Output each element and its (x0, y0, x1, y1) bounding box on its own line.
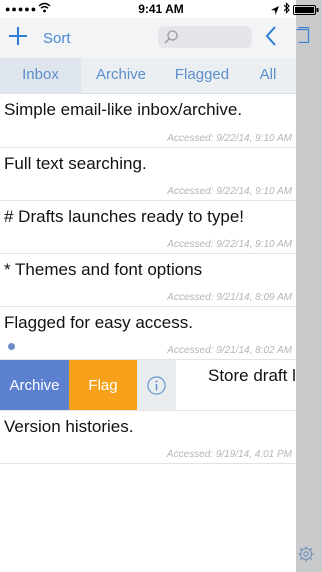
draft-title: Version histories. (4, 417, 134, 436)
tab-inbox[interactable]: Inbox (0, 58, 81, 94)
tab-archive[interactable]: Archive (81, 58, 161, 94)
list-item[interactable]: Simple email-like inbox/archive. Accesse… (0, 94, 296, 148)
draft-title: * Themes and font options (4, 260, 203, 279)
draft-title: Full text searching. (4, 154, 147, 173)
filter-tabs: Inbox Archive Flagged All (0, 58, 296, 94)
sort-button[interactable]: Sort (43, 30, 71, 47)
toolbar: Sort (0, 18, 296, 58)
gear-icon[interactable] (297, 545, 315, 568)
tab-all[interactable]: All (243, 58, 293, 94)
info-icon (147, 376, 166, 395)
draft-title: # Drafts launches ready to type! (4, 207, 245, 226)
draft-accessed: Accessed: 9/22/14, 9:10 AM (167, 186, 292, 197)
location-icon (271, 4, 279, 18)
tab-flagged[interactable]: Flagged (161, 58, 243, 94)
search-field[interactable] (158, 26, 252, 48)
bluetooth-icon (283, 2, 290, 17)
flag-dot-icon (8, 343, 15, 350)
back-chevron-icon[interactable] (265, 25, 277, 52)
search-icon (164, 30, 178, 44)
list-item[interactable]: # Drafts launches ready to type! Accesse… (0, 201, 296, 254)
list-item[interactable]: Version histories. Accessed: 9/19/14, 4:… (0, 411, 296, 464)
list-item[interactable]: Flagged for easy access. Accessed: 9/21/… (0, 307, 296, 360)
draft-title: Flagged for easy access. (4, 313, 193, 332)
draft-title: Store draft loc (208, 366, 296, 385)
plus-icon[interactable] (8, 22, 28, 51)
draft-accessed: Accessed: 9/21/14, 8:02 AM (167, 345, 292, 356)
draft-accessed: Accessed: 9/22/14, 9:10 AM (167, 239, 292, 250)
swiped-list-item[interactable]: Archive Flag Store draft loc (0, 360, 296, 411)
draft-title: Simple email-like inbox/archive. (4, 100, 243, 119)
archive-action-button[interactable]: Archive (0, 360, 69, 410)
sidebar-toggle-icon[interactable] (296, 26, 310, 48)
draft-accessed: Accessed: 9/19/14, 4:01 PM (166, 449, 292, 460)
draft-accessed: Accessed: 9/21/14, 8:09 AM (167, 292, 292, 303)
status-bar: ●●●●● 9:41 AM (0, 0, 322, 18)
info-action-button[interactable] (137, 360, 176, 410)
list-item[interactable]: Full text searching. Accessed: 9/22/14, … (0, 148, 296, 201)
list-item[interactable]: * Themes and font options Accessed: 9/21… (0, 254, 296, 307)
flag-action-button[interactable]: Flag (69, 360, 137, 410)
battery-icon (293, 4, 319, 18)
editor-edge-strip[interactable] (296, 0, 322, 572)
draft-accessed: Accessed: 9/22/14, 9:10 AM (167, 133, 292, 144)
